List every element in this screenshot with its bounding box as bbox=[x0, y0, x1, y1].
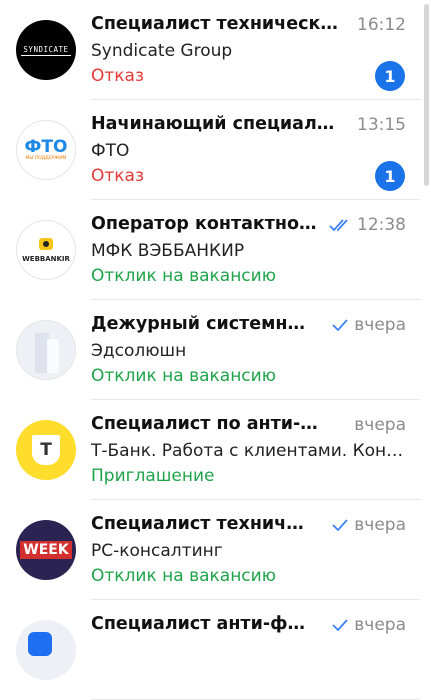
chat-list-item[interactable]: ФТО МЫ ПОДДЕРЖИМ Начинающий специал… 13:15 Ф… bbox=[0, 100, 420, 200]
webbankir-emblem-icon bbox=[39, 237, 53, 250]
logo-subtext: МЫ ПОДДЕРЖИМ bbox=[25, 155, 67, 161]
company-logo-avatar bbox=[16, 320, 76, 380]
chat-list-item[interactable]: Дежурный системн… вчера Эдсолюшн Отклик на … bbox=[0, 300, 420, 400]
time-label: вчера bbox=[354, 315, 406, 335]
chat-list: SYNDICATE Специалист техническ… 16:12 Syndi… bbox=[0, 0, 420, 700]
fto-logo: ФТО МЫ ПОДДЕРЖИМ bbox=[17, 121, 75, 179]
vacancy-title: Специалист техническ… bbox=[91, 14, 338, 34]
chat-list-item[interactable]: WEBBANKIR Оператор контактно… 12:38 МФК ВЭБ… bbox=[0, 200, 420, 300]
time-label: 13:15 bbox=[357, 115, 406, 135]
company-logo-avatar: Т bbox=[16, 420, 76, 480]
company-logo-avatar: SYNDICATE bbox=[16, 20, 76, 80]
company-name: МФК ВЭББАНКИР bbox=[91, 241, 245, 261]
company-logo-avatar: WEBBANKIR bbox=[16, 220, 76, 280]
company-logo-avatar: WEEK bbox=[16, 520, 76, 580]
company-logo-avatar: ФТО МЫ ПОДДЕРЖИМ bbox=[16, 120, 76, 180]
time-label: 12:38 bbox=[357, 215, 406, 235]
chat-list-item[interactable]: Т Специалист по анти-… вчера Т-Банк. Работа… bbox=[0, 400, 420, 500]
tbank-shield-icon: Т bbox=[32, 435, 60, 465]
time-label: вчера bbox=[354, 415, 406, 435]
application-status: Приглашение bbox=[91, 466, 215, 486]
logo-text: SYNDICATE bbox=[21, 44, 71, 56]
building-icon bbox=[35, 333, 59, 373]
company-logo-avatar bbox=[16, 620, 76, 680]
check-icon bbox=[332, 319, 348, 332]
blue-logo-icon bbox=[28, 632, 52, 656]
logo-text: WEEK bbox=[20, 541, 72, 559]
vacancy-title: Дежурный системн… bbox=[91, 314, 305, 334]
message-time: 12:38 bbox=[329, 215, 406, 235]
vacancy-title: Оператор контактно… bbox=[91, 214, 317, 234]
company-name: Т-Банк. Работа с клиентами. Кон… bbox=[91, 441, 404, 461]
message-time: вчера bbox=[332, 515, 406, 535]
syndicate-logo: SYNDICATE bbox=[16, 20, 76, 80]
message-time: вчера bbox=[354, 415, 406, 435]
chat-list-item[interactable]: Специалист анти-ф… вчера bbox=[0, 600, 420, 700]
vacancy-title: Начинающий специал… bbox=[91, 114, 335, 134]
application-status: Отказ bbox=[91, 166, 145, 186]
scrollbar[interactable] bbox=[424, 4, 429, 186]
vacancy-title: Специалист технич… bbox=[91, 514, 304, 534]
check-icon bbox=[332, 519, 348, 532]
unread-count-badge: 1 bbox=[375, 61, 405, 91]
message-time: 16:12 bbox=[357, 15, 406, 35]
webbankir-logo: WEBBANKIR bbox=[17, 221, 75, 279]
check-icon bbox=[332, 619, 348, 632]
message-time: вчера bbox=[332, 315, 406, 335]
company-name: ФТО bbox=[91, 141, 130, 161]
vacancy-title: Специалист анти-ф… bbox=[91, 614, 305, 634]
logo-text: ФТО bbox=[24, 136, 68, 157]
company-name: Эдсолюшн bbox=[91, 341, 187, 361]
time-label: 16:12 bbox=[357, 15, 406, 35]
unread-count-badge: 1 bbox=[375, 161, 405, 191]
application-status: Отклик на вакансию bbox=[91, 566, 277, 586]
tbank-logo: Т bbox=[16, 420, 76, 480]
logo-text: WEBBANKIR bbox=[22, 254, 70, 263]
company-name: Syndicate Group bbox=[91, 41, 233, 61]
application-status: Отклик на вакансию bbox=[91, 366, 277, 386]
company-name: РС-консалтинг bbox=[91, 541, 223, 561]
chat-list-item[interactable]: WEEK Специалист технич… вчера РС-консалтинг… bbox=[0, 500, 420, 600]
message-time: 13:15 bbox=[357, 115, 406, 135]
double-check-icon bbox=[329, 219, 348, 232]
time-label: вчера bbox=[354, 515, 406, 535]
time-label: вчера bbox=[354, 615, 406, 635]
vacancy-title: Специалист по анти-… bbox=[91, 414, 318, 434]
logo-text: Т bbox=[40, 440, 52, 460]
application-status: Отказ bbox=[91, 66, 145, 86]
application-status: Отклик на вакансию bbox=[91, 266, 277, 286]
message-time: вчера bbox=[332, 615, 406, 635]
chat-list-item[interactable]: SYNDICATE Специалист техническ… 16:12 Syndi… bbox=[0, 0, 420, 100]
week-logo: WEEK bbox=[16, 520, 76, 580]
